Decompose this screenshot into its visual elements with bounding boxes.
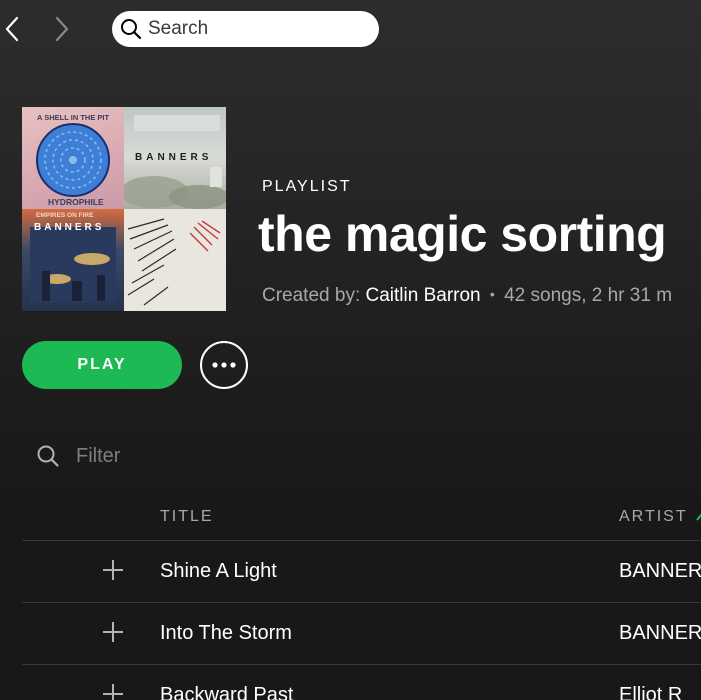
playlist-type-label: PLAYLIST bbox=[262, 178, 352, 195]
forward-button[interactable] bbox=[50, 14, 74, 44]
playlist-meta: Created by: Caitlin Barron • 42 songs, 2… bbox=[262, 285, 672, 307]
play-button[interactable]: PLAY bbox=[22, 341, 182, 389]
cover-tile-band-text: BANNERS bbox=[34, 222, 105, 233]
chevron-right-icon bbox=[55, 16, 69, 42]
search-icon bbox=[120, 18, 142, 40]
track-row[interactable]: Shine A Light BANNER bbox=[22, 541, 701, 602]
track-title: Backward Past bbox=[160, 684, 294, 700]
cover-tile-banners-sky: BANNERS bbox=[124, 107, 226, 209]
created-by-label: Created by: bbox=[262, 285, 361, 306]
sort-ascending-icon bbox=[695, 513, 701, 521]
track-title: Into The Storm bbox=[160, 622, 292, 644]
app-window: A SHELL IN THE PIT HYDROPHILE BANNERS EM… bbox=[0, 0, 701, 700]
filter-input[interactable] bbox=[76, 444, 276, 468]
cover-tile-bottom-text: HYDROPHILE bbox=[48, 197, 104, 207]
search-input[interactable] bbox=[148, 18, 368, 40]
cover-tile-abstract bbox=[124, 209, 226, 311]
playlist-stats: 42 songs, 2 hr 31 m bbox=[504, 285, 673, 306]
column-header-title[interactable]: TITLE bbox=[160, 508, 214, 526]
track-artist-link[interactable]: BANNER bbox=[619, 560, 701, 583]
cover-tile-empires: EMPIRES ON FIRE BANNERS bbox=[22, 209, 124, 311]
more-options-button[interactable] bbox=[200, 341, 248, 389]
track-title: Shine A Light bbox=[160, 560, 277, 582]
owner-link[interactable]: Caitlin Barron bbox=[366, 285, 481, 306]
track-artist-link[interactable]: Elliot R bbox=[619, 684, 682, 700]
cover-tile-hydrophile: A SHELL IN THE PIT HYDROPHILE bbox=[22, 107, 124, 209]
playlist-title: the magic sorting bbox=[258, 206, 667, 262]
add-track-icon[interactable] bbox=[100, 557, 126, 583]
track-row[interactable]: Backward Past Elliot R bbox=[22, 665, 701, 700]
column-header-artist[interactable]: ARTIST bbox=[619, 508, 701, 526]
search-bar[interactable] bbox=[112, 11, 379, 47]
chevron-left-icon bbox=[5, 16, 19, 42]
column-header-artist-label: ARTIST bbox=[619, 508, 688, 525]
playlist-cover[interactable]: A SHELL IN THE PIT HYDROPHILE BANNERS EM… bbox=[22, 107, 226, 311]
track-artist-link[interactable]: BANNER bbox=[619, 622, 701, 645]
cover-tile-band-text: BANNERS bbox=[135, 152, 213, 163]
cover-artwork-circle bbox=[36, 123, 110, 197]
more-horizontal-icon bbox=[212, 362, 236, 368]
back-button[interactable] bbox=[0, 14, 24, 44]
add-track-icon[interactable] bbox=[100, 619, 126, 645]
add-track-icon[interactable] bbox=[100, 681, 126, 700]
filter-search-icon bbox=[37, 445, 59, 467]
track-row[interactable]: Into The Storm BANNER bbox=[22, 603, 701, 664]
meta-separator: • bbox=[489, 286, 495, 302]
cover-artwork-abstract bbox=[127, 218, 221, 306]
filter-bar[interactable] bbox=[36, 440, 276, 472]
